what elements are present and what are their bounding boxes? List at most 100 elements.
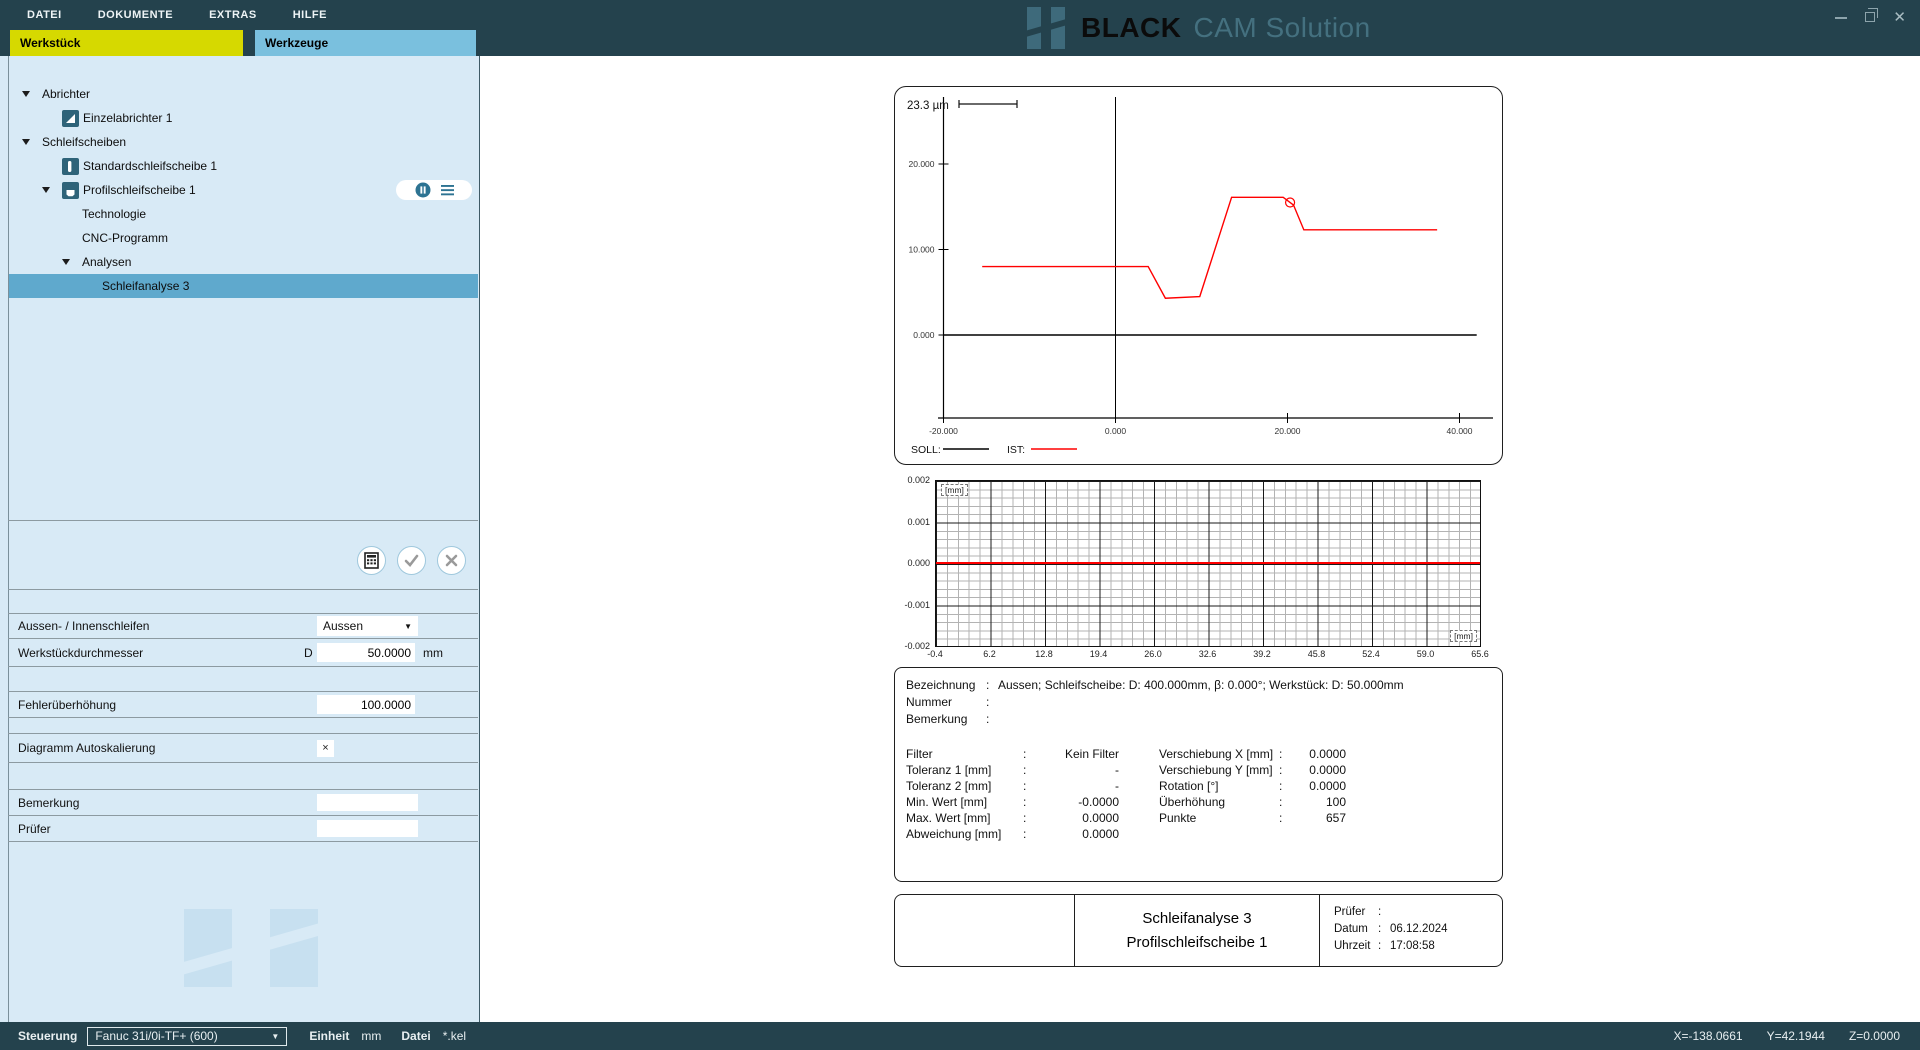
analysis-info-panel: Bezeichnung : Aussen; Schleifscheibe: D:… <box>894 667 1503 882</box>
stat-value: 0.0000 <box>1289 747 1346 761</box>
svg-text:-20.000: -20.000 <box>929 426 958 436</box>
form-row-spacer <box>8 763 478 790</box>
form-row-fehlerueberhoehung: Fehlerüberhöhung <box>8 692 478 718</box>
chevron-down-icon: ▼ <box>271 1032 279 1041</box>
y-tick-label: 0.000 <box>894 558 930 568</box>
svg-text:0.000: 0.000 <box>1105 426 1127 436</box>
menu-bar: DATEI DOKUMENTE EXTRAS HILFE <box>27 0 327 30</box>
stat-value: 0.0000 <box>1289 763 1346 777</box>
check-icon <box>404 554 419 567</box>
unit-badge: [mm] <box>941 484 968 496</box>
tree-item-standardschleifscheibe-1[interactable]: Standardschleifscheibe 1 <box>9 154 478 178</box>
status-bar: Steuerung Fanuc 31i/0i-TF+ (600) ▼ Einhe… <box>0 1022 1920 1050</box>
tree-item-analysen[interactable]: Analysen <box>9 250 478 274</box>
stat-label: Toleranz 1 [mm] <box>906 763 1023 777</box>
bemerkung-input[interactable] <box>317 794 418 811</box>
profile-chart: -20.0000.00020.00040.00020.00010.0000.00… <box>895 87 1504 466</box>
window-controls: ✕ <box>1835 6 1906 28</box>
analysis-subtitle: Profilschleifscheibe 1 <box>1127 931 1268 954</box>
report-footer: Schleifanalyse 3 Profilschleifscheibe 1 … <box>894 894 1503 967</box>
x-icon <box>445 554 458 567</box>
stat-label: Abweichung [mm] <box>906 827 1023 841</box>
fehlerueberhoehung-input[interactable] <box>317 695 415 714</box>
x-tick-label: 65.6 <box>1460 649 1500 659</box>
stat-label: Min. Wert [mm] <box>906 795 1023 809</box>
expand-arrow-icon[interactable] <box>42 183 62 197</box>
tree-item-label: Schleifscheiben <box>42 135 126 149</box>
menu-item-datei[interactable]: DATEI <box>27 9 62 21</box>
close-icon[interactable]: ✕ <box>1893 10 1906 25</box>
autoskalierung-checkbox[interactable]: × <box>317 740 334 757</box>
field-label: Diagramm Autoskalierung <box>18 741 155 755</box>
form-row-autoskalierung: Diagramm Autoskalierung × <box>8 733 478 763</box>
y-tick-label: 0.001 <box>894 517 930 527</box>
svg-text:0.000: 0.000 <box>913 330 935 340</box>
series-ist <box>982 197 1437 298</box>
datei-label: Datei <box>401 1029 430 1043</box>
svg-text:IST:: IST: <box>1007 444 1025 456</box>
pause-icon[interactable] <box>415 182 431 198</box>
pruefer-input[interactable] <box>317 820 418 837</box>
project-tree: Abrichter Einzelabrichter 1 Schleifscheibe… <box>9 82 478 298</box>
field-label: Fehlerüberhöhung <box>18 698 116 712</box>
stat-row: Überhöhung:100 <box>1159 794 1346 810</box>
stat-row: Verschiebung Y [mm]:0.0000 <box>1159 762 1346 778</box>
steuerung-value: Fanuc 31i/0i-TF+ (600) <box>95 1029 217 1043</box>
chevron-down-icon: ▼ <box>404 622 412 631</box>
tree-item-profilschleifscheibe-1[interactable]: Profilschleifscheibe 1 <box>9 178 478 202</box>
tree-item-label: Abrichter <box>42 87 90 101</box>
confirm-button[interactable] <box>397 546 426 575</box>
expand-arrow-icon[interactable] <box>62 255 82 269</box>
restore-icon[interactable] <box>1865 12 1875 22</box>
svg-text:SOLL:: SOLL: <box>911 444 941 456</box>
expand-arrow-icon[interactable] <box>22 87 42 101</box>
stat-label: Punkte <box>1159 811 1279 825</box>
tab-werkzeuge[interactable]: Werkzeuge <box>255 30 476 56</box>
watermark-logo <box>184 909 318 987</box>
list-icon[interactable] <box>441 185 454 196</box>
menu-item-hilfe[interactable]: HILFE <box>293 9 327 21</box>
stat-value: - <box>1033 779 1119 793</box>
tree-item-abrichter[interactable]: Abrichter <box>9 82 478 106</box>
schleifart-select[interactable]: Aussen ▼ <box>317 616 418 636</box>
field-prefix: D <box>304 646 313 660</box>
expand-arrow-icon[interactable] <box>22 135 42 149</box>
footer-logo-cell <box>895 895 1075 966</box>
x-tick-label: 12.8 <box>1024 649 1064 659</box>
brand-name: BLACK <box>1081 12 1182 44</box>
tree-item-schleifanalyse-3[interactable]: Schleifanalyse 3 <box>9 274 478 298</box>
tab-werkstueck[interactable]: Werkstück <box>10 30 243 56</box>
svg-text:10.000: 10.000 <box>909 245 935 255</box>
menu-item-extras[interactable]: EXTRAS <box>209 9 257 21</box>
minimize-icon[interactable] <box>1835 17 1847 19</box>
form-row-schleifart: Aussen- / Innenschleifen Aussen ▼ <box>8 613 478 639</box>
stat-row: Max. Wert [mm]:0.0000 <box>906 810 1119 826</box>
divider <box>8 589 478 590</box>
footer-field: Datum:06.12.2024 <box>1334 923 1502 940</box>
wheel-profile-icon <box>62 182 83 199</box>
svg-text:23.3 µm: 23.3 µm <box>907 100 949 112</box>
tree-item-technologie[interactable]: Technologie <box>9 202 478 226</box>
form-row-bemerkung: Bemerkung <box>8 790 478 816</box>
tree-item-einzelabrichter-1[interactable]: Einzelabrichter 1 <box>9 106 478 130</box>
tree-item-cnc-programm[interactable]: CNC-Programm <box>9 226 478 250</box>
menu-item-dokumente[interactable]: DOKUMENTE <box>98 9 173 21</box>
field-unit: mm <box>423 646 443 660</box>
stat-value: -0.0000 <box>1033 795 1119 809</box>
svg-text:40.000: 40.000 <box>1447 426 1473 436</box>
calculate-button[interactable] <box>357 546 386 575</box>
brand-subtitle: CAM Solution <box>1194 12 1371 44</box>
brand-logo-icon <box>1027 7 1065 49</box>
machine-coordinates: X=-138.0661 Y=42.1944 Z=0.0000 <box>1674 1029 1901 1043</box>
steuerung-select[interactable]: Fanuc 31i/0i-TF+ (600) ▼ <box>87 1027 287 1046</box>
stat-value: Kein Filter <box>1033 747 1119 761</box>
stat-label: Max. Wert [mm] <box>906 811 1023 825</box>
title-bar: DATEI DOKUMENTE EXTRAS HILFE BLACK CAM Solu… <box>0 0 1920 56</box>
stat-row: Abweichung [mm]:0.0000 <box>906 826 1119 842</box>
stat-row: Toleranz 2 [mm]:- <box>906 778 1119 794</box>
stat-value: 0.0000 <box>1033 827 1119 841</box>
cancel-button[interactable] <box>437 546 466 575</box>
tree-item-schleifscheiben[interactable]: Schleifscheiben <box>9 130 478 154</box>
field-label: Bemerkung <box>18 796 79 810</box>
durchmesser-input[interactable] <box>317 643 415 662</box>
